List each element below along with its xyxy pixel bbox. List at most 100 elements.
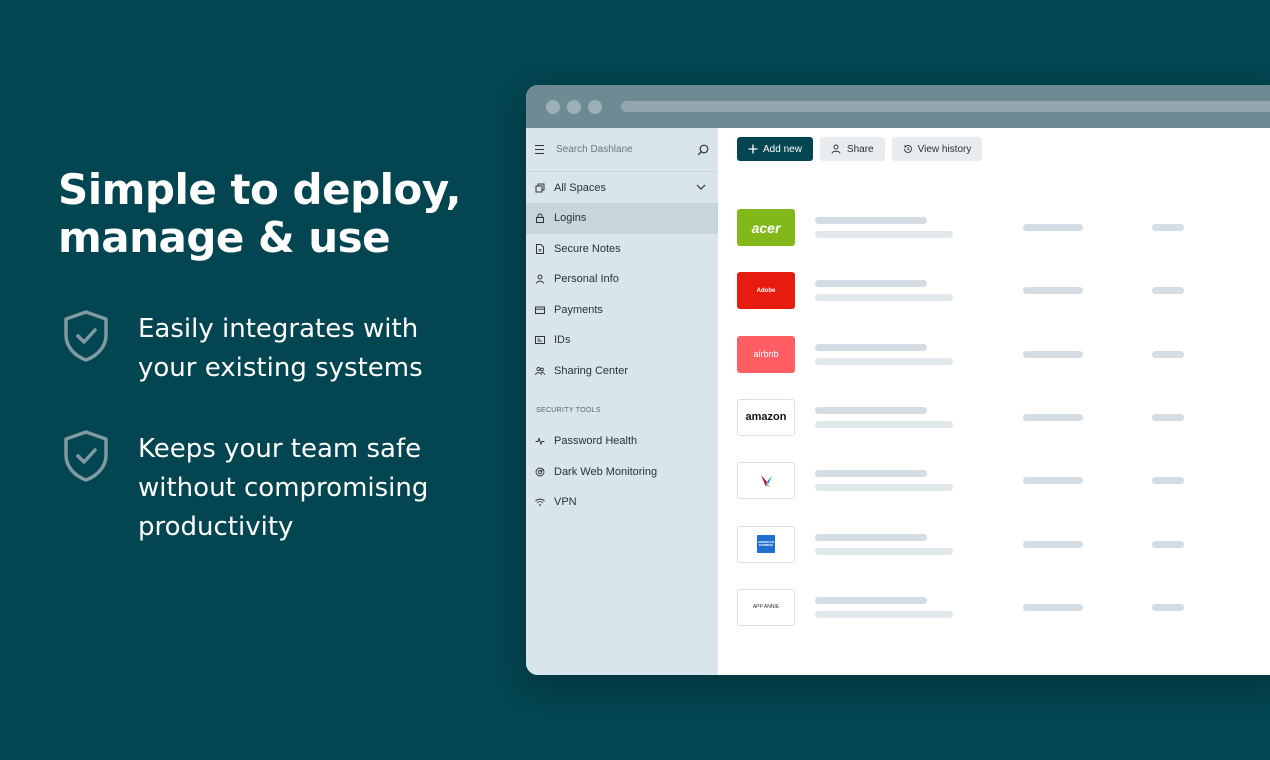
login-row-american-express[interactable]: AMERICAN EXPRESS bbox=[737, 525, 1270, 564]
feature-text: Easily integrates with your existing sys… bbox=[138, 314, 423, 383]
placeholder-bar bbox=[815, 406, 927, 414]
login-row-app-annie[interactable]: APP ANNIE bbox=[737, 588, 1270, 627]
amazon-logo: amazon bbox=[737, 398, 795, 436]
placeholder-bar bbox=[815, 357, 953, 365]
sidebar-item-secure-notes[interactable]: Secure Notes bbox=[526, 234, 718, 265]
sidebar-item-password-health[interactable]: Password Health bbox=[526, 426, 718, 457]
placeholder-bar bbox=[815, 547, 953, 555]
sidebar-item-sharing-center[interactable]: Sharing Center bbox=[526, 356, 718, 387]
placeholder-bar bbox=[815, 420, 953, 428]
note-icon bbox=[535, 243, 545, 254]
window-maximize-dot[interactable] bbox=[588, 100, 602, 114]
american-airlines-eagle-icon bbox=[761, 474, 772, 487]
sidebar-item-label: Secure Notes bbox=[554, 242, 621, 255]
app-window: Search Dashlane All Spaces Logins Secure… bbox=[526, 85, 1270, 675]
plus-icon bbox=[748, 144, 758, 154]
search-icon[interactable] bbox=[697, 144, 709, 156]
sidebar-item-label: Password Health bbox=[554, 435, 638, 448]
add-new-label: Add new bbox=[763, 143, 802, 155]
card-icon bbox=[535, 305, 545, 315]
placeholder-bar bbox=[815, 280, 927, 288]
placeholder-bar bbox=[1152, 477, 1184, 485]
login-row-adobe[interactable]: Adobe bbox=[737, 272, 1270, 310]
placeholder-bar bbox=[1152, 413, 1184, 421]
window-titlebar bbox=[526, 85, 1270, 128]
placeholder-bar bbox=[1023, 540, 1083, 548]
placeholder-bar bbox=[1152, 287, 1184, 295]
security-tools-heading: SECURITY TOOLS bbox=[536, 407, 601, 414]
placeholder-bar bbox=[1023, 413, 1083, 421]
sidebar-item-label: Dark Web Monitoring bbox=[554, 465, 658, 478]
placeholder-bar bbox=[815, 596, 927, 604]
sidebar-item-vpn[interactable]: VPN bbox=[526, 487, 718, 518]
american-express-logo: AMERICAN EXPRESS bbox=[737, 525, 795, 563]
shield-check-icon bbox=[64, 310, 108, 362]
main-panel: Add new Share View history acer Adobe airb… bbox=[718, 128, 1270, 675]
sidebar-item-logins[interactable]: Logins bbox=[526, 203, 718, 234]
placeholder-bar bbox=[1152, 350, 1184, 358]
adobe-logo: Adobe bbox=[737, 272, 795, 310]
view-history-label: View history bbox=[917, 143, 972, 155]
placeholder-bar bbox=[815, 343, 927, 351]
app-annie-logo: APP ANNIE bbox=[737, 588, 795, 626]
placeholder-bar bbox=[815, 533, 927, 541]
login-row-airbnb[interactable]: airbnb bbox=[737, 335, 1270, 374]
share-label: Share bbox=[846, 143, 874, 155]
menu-icon[interactable] bbox=[535, 145, 544, 154]
login-row-acer[interactable]: acer bbox=[737, 209, 1270, 247]
login-row-amazon[interactable]: amazon bbox=[737, 398, 1270, 437]
share-icon bbox=[831, 144, 842, 154]
sidebar-item-label: Payments bbox=[554, 303, 603, 316]
sidebar-item-ids[interactable]: IDs bbox=[526, 325, 718, 356]
spaces-icon bbox=[535, 183, 545, 193]
address-bar[interactable] bbox=[621, 101, 1270, 112]
american-airlines-logo bbox=[737, 462, 795, 500]
amex-logo-text: AMERICAN EXPRESS bbox=[757, 535, 775, 553]
toolbar: Add new Share View history bbox=[737, 137, 983, 161]
search-bar[interactable]: Search Dashlane bbox=[526, 128, 718, 172]
placeholder-bar bbox=[815, 484, 953, 492]
view-history-button[interactable]: View history bbox=[891, 137, 983, 161]
lock-icon bbox=[535, 213, 545, 224]
person-icon bbox=[535, 274, 545, 284]
spaces-selector[interactable]: All Spaces bbox=[526, 172, 718, 203]
placeholder-bar bbox=[815, 231, 953, 238]
history-icon bbox=[903, 144, 913, 154]
spaces-label: All Spaces bbox=[554, 181, 606, 194]
wifi-icon bbox=[535, 497, 545, 507]
sidebar-item-label: Personal Info bbox=[554, 273, 619, 286]
radar-icon bbox=[535, 467, 545, 477]
placeholder-bar bbox=[815, 470, 927, 478]
airbnb-logo: airbnb bbox=[737, 335, 795, 373]
sidebar-item-label: VPN bbox=[554, 496, 577, 509]
shield-check-icon bbox=[64, 430, 108, 482]
feature-text: Keeps your team safe without compromisin… bbox=[138, 434, 429, 542]
feature-safety: Keeps your team safe without compromisin… bbox=[58, 430, 458, 547]
id-icon bbox=[535, 335, 545, 345]
sidebar-item-payments[interactable]: Payments bbox=[526, 295, 718, 326]
chevron-down-icon[interactable] bbox=[696, 182, 706, 193]
placeholder-bar bbox=[815, 217, 927, 224]
sidebar-item-personal-info[interactable]: Personal Info bbox=[526, 264, 718, 295]
window-close-dot[interactable] bbox=[546, 100, 560, 114]
placeholder-bar bbox=[1023, 287, 1083, 295]
pulse-icon bbox=[535, 436, 545, 446]
feature-integrations: Easily integrates with your existing sys… bbox=[58, 310, 458, 388]
placeholder-bar bbox=[1152, 540, 1184, 548]
placeholder-bar bbox=[1152, 224, 1184, 231]
add-new-button[interactable]: Add new bbox=[737, 137, 813, 161]
sidebar-item-label: Sharing Center bbox=[554, 364, 628, 377]
placeholder-bar bbox=[1023, 350, 1083, 358]
login-row-american-airlines[interactable] bbox=[737, 462, 1270, 500]
placeholder-bar bbox=[815, 610, 953, 618]
placeholder-bar bbox=[815, 294, 953, 302]
placeholder-bar bbox=[1023, 477, 1083, 485]
sidebar-item-dark-web-monitoring[interactable]: Dark Web Monitoring bbox=[526, 457, 718, 488]
share-button[interactable]: Share bbox=[819, 137, 885, 161]
placeholder-bar bbox=[1023, 224, 1083, 231]
window-minimize-dot[interactable] bbox=[567, 100, 581, 114]
search-input[interactable]: Search Dashlane bbox=[556, 144, 697, 155]
headline: Simple to deploy, manage & use bbox=[58, 165, 461, 262]
people-icon bbox=[535, 366, 545, 376]
placeholder-bar bbox=[1023, 603, 1083, 611]
